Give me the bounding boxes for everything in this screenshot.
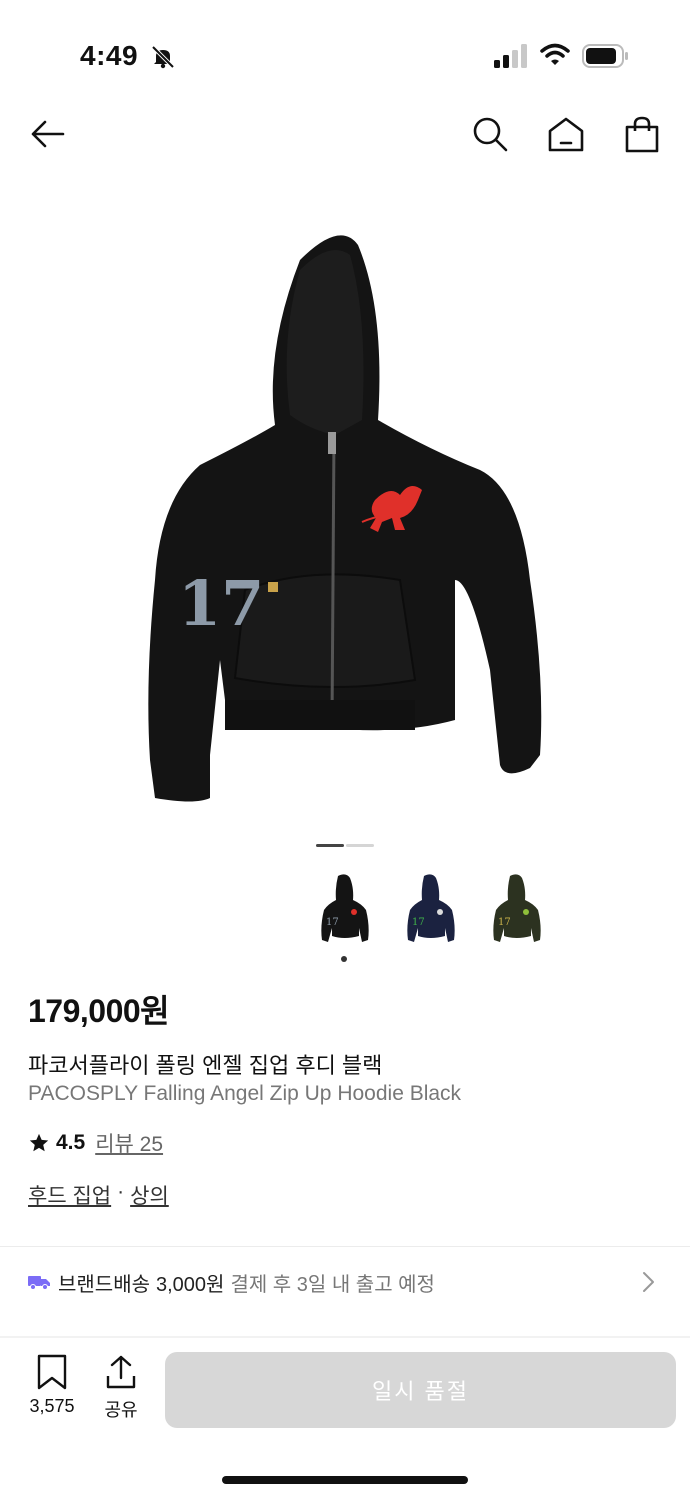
review-link[interactable]: 리뷰 25 <box>95 1128 163 1158</box>
shopping-bag-icon[interactable] <box>622 114 662 154</box>
share-icon <box>106 1355 136 1389</box>
product-image[interactable]: 17 <box>100 200 580 820</box>
thumbnail-selected-dot <box>341 956 347 962</box>
top-nav <box>0 100 690 170</box>
svg-text:17: 17 <box>178 567 264 640</box>
thumbnail-black[interactable]: 17 <box>304 870 384 950</box>
bookmark-button[interactable]: 3,575 <box>22 1354 82 1417</box>
shipping-brand-label: 브랜드배송 <box>58 1273 150 1296</box>
share-button[interactable]: 공유 <box>96 1354 146 1422</box>
search-icon[interactable] <box>470 114 510 154</box>
thumbnail-olive[interactable]: 17 <box>476 870 556 950</box>
svg-text:17: 17 <box>412 917 425 928</box>
rating-row: 4.5 리뷰 25 <box>28 1128 163 1158</box>
home-icon[interactable] <box>546 114 586 154</box>
status-bar: 4:49 <box>0 0 690 100</box>
truck-icon <box>28 1276 50 1290</box>
category-breadcrumb: 후드 집업 · 상의 <box>28 1180 169 1210</box>
category-link-top[interactable]: 상의 <box>130 1180 169 1210</box>
shipping-price: 3,000원 <box>156 1273 225 1296</box>
category-link-hood-zip[interactable]: 후드 집업 <box>28 1180 111 1210</box>
shipping-desc: 결제 후 3일 내 출고 예정 <box>230 1273 435 1296</box>
color-thumbnails: 17 17 17 <box>304 870 584 970</box>
product-price: 179,000원 <box>28 993 170 1029</box>
bookmark-icon <box>37 1354 67 1390</box>
pager-dot-active <box>316 844 344 847</box>
share-label: 공유 <box>104 1400 138 1420</box>
divider <box>0 1246 690 1247</box>
wifi-icon <box>540 43 570 65</box>
chevron-right-icon <box>643 1272 654 1292</box>
star-icon <box>29 1133 49 1152</box>
pager-dot <box>346 844 374 847</box>
svg-text:17: 17 <box>326 917 339 928</box>
soldout-button[interactable]: 일시 품절 <box>165 1352 676 1428</box>
home-indicator <box>222 1476 468 1484</box>
status-time: 4:49 <box>80 40 139 71</box>
gallery-pager <box>316 844 376 848</box>
cellular-signal-icon <box>494 44 527 68</box>
bell-off-icon <box>151 45 175 69</box>
shipping-row[interactable]: 브랜드배송 3,000원 결제 후 3일 내 출고 예정 <box>28 1262 668 1302</box>
rating-score: 4.5 <box>56 1131 86 1154</box>
arrow-left-icon[interactable] <box>28 114 68 154</box>
battery-icon <box>582 44 628 68</box>
product-title-ko: 파코서플라이 폴링 엔젤 집업 후디 블랙 <box>28 1053 383 1078</box>
svg-text:17: 17 <box>498 917 511 928</box>
thumbnail-navy[interactable]: 17 <box>390 870 470 950</box>
divider <box>0 1336 690 1338</box>
product-title-en: PACOSPLY Falling Angel Zip Up Hoodie Bla… <box>28 1082 462 1105</box>
category-separator: · <box>117 1180 125 1203</box>
bookmark-count: 3,575 <box>29 1396 75 1416</box>
